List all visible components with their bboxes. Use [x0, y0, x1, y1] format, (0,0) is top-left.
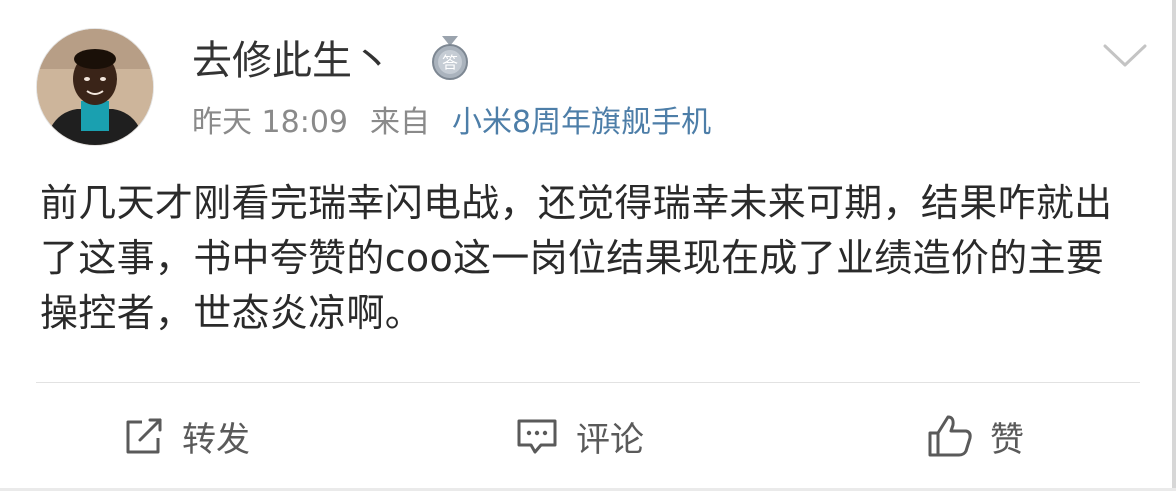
comment-icon — [517, 419, 557, 454]
comment-label: 评论 — [576, 419, 644, 460]
source-link[interactable]: 小米8周年旗舰手机 — [452, 105, 711, 140]
like-label: 赞 — [990, 419, 1024, 460]
repost-button[interactable]: 转发 — [122, 412, 250, 460]
like-button[interactable]: 赞 — [926, 412, 1024, 460]
post-time: 昨天 18:09 — [192, 105, 348, 140]
post-text: 前几天才刚看完瑞幸闪电战，还觉得瑞幸未来可期，结果咋就出了这事，书中夸赞的coo… — [40, 181, 1113, 335]
repost-label: 转发 — [182, 419, 250, 460]
author-name[interactable]: 去修此生丶 — [192, 38, 392, 84]
like-icon — [928, 415, 972, 457]
comment-button[interactable]: 评论 — [514, 412, 644, 460]
avatar[interactable] — [36, 28, 154, 146]
medal-badge-icon[interactable]: 答 — [430, 36, 470, 82]
post-meta: 昨天 18:09 来自 小米8周年旗舰手机 — [192, 104, 711, 142]
repost-icon — [126, 418, 162, 454]
weibo-post-card: 去修此生丶 答 昨天 18:09 来自 小米8周年旗舰手机 前几天才刚看完瑞幸闪电战… — [0, 0, 1176, 491]
chevron-down-icon[interactable] — [1102, 42, 1148, 70]
avatar-image — [37, 29, 153, 145]
right-edge — [1172, 0, 1176, 491]
source-prefix: 来自 — [370, 105, 430, 140]
medal-badge-label: 答 — [442, 53, 458, 72]
divider — [36, 382, 1140, 383]
